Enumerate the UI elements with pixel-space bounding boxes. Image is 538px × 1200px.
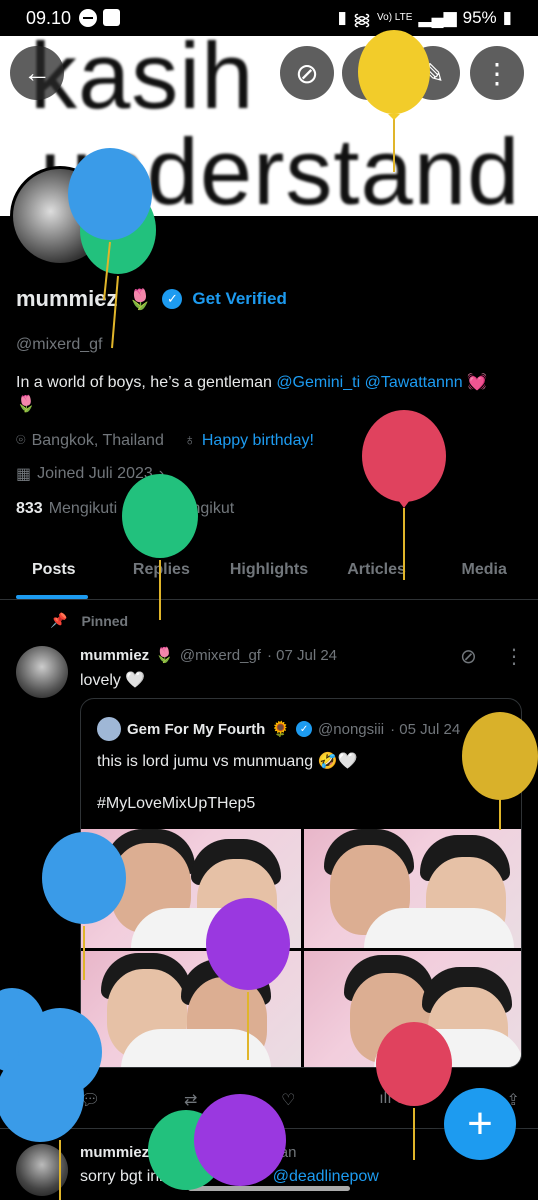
views-count: 841 [396, 1090, 423, 1107]
media-image[interactable] [81, 950, 301, 1067]
quoted-post[interactable]: Gem For My Fourth 🌻 ✓ @nongsiii · 05 Jul… [80, 698, 522, 1068]
tab-replies[interactable]: Replies [108, 544, 216, 599]
calendar-icon: ▦ [16, 466, 32, 483]
get-verified-link[interactable]: Get Verified [192, 289, 286, 309]
media-image[interactable] [303, 950, 521, 1067]
tab-articles[interactable]: Articles [323, 544, 431, 599]
post-author-handle[interactable]: @mixerd_gf [180, 647, 261, 664]
post-author-name[interactable]: mummiez [80, 647, 149, 664]
following-label[interactable]: Mengikuti [49, 500, 117, 518]
following-count[interactable]: 833 [16, 500, 43, 518]
like-icon[interactable]: ♡ [281, 1090, 295, 1110]
views-stat[interactable]: ılı 841 [379, 1090, 423, 1110]
profile-handle: @mixerd_gf [16, 336, 103, 353]
reply-icon[interactable]: 💬︎ [80, 1090, 100, 1110]
post-date[interactable]: · 07 Jul 24 [267, 647, 337, 664]
back-button[interactable]: ← [10, 46, 64, 100]
quote-hashtag: #MyLoveMixUpTHep5 [97, 795, 256, 812]
status-right: ▮ ᯼ Vo) LTE ▂▄▆ 95% ▮ [337, 7, 512, 30]
verified-badge-icon: ✓ [162, 289, 183, 309]
signal-icon: ▂▄▆ [418, 8, 457, 27]
network-label: Vo) LTE [377, 12, 413, 23]
post-date[interactable]: · 04 Jan [242, 1144, 296, 1161]
tulip-emoji: 🌷 [16, 396, 36, 413]
post-author-name[interactable]: mummiez [80, 1144, 149, 1161]
post-avatar[interactable] [16, 646, 68, 698]
profile-avatar[interactable] [10, 166, 110, 266]
repost-icon[interactable]: ⇄ [184, 1090, 197, 1110]
tab-media[interactable]: Media [430, 544, 538, 599]
profile-meta-location-row: ⌾ Bangkok, Thailand ♁ Happy birthday! [16, 432, 314, 450]
search-button[interactable]: ⌕ [342, 46, 396, 100]
media-image[interactable] [81, 829, 301, 948]
follow-stats: 833 Mengikuti 670 Pengikut [16, 500, 234, 518]
pinned-indicator: 📌 Pinned [50, 612, 128, 629]
followers-count[interactable]: 670 [139, 500, 166, 518]
tulip-emoji: 🌷 [155, 647, 174, 664]
dnd-icon [79, 9, 98, 27]
location-pin-icon: ⌾ [16, 432, 26, 449]
battery-percent: 95% [462, 8, 497, 27]
birthday-link[interactable]: Happy birthday! [202, 432, 314, 450]
quote-header: Gem For My Fourth 🌻 ✓ @nongsiii · 05 Jul… [97, 717, 460, 741]
post-header: mummiez @mixerd_gf · 04 Jan [80, 1144, 296, 1161]
banner-text-line2: understand [40, 119, 521, 216]
location-text: Bangkok, Thailand [31, 432, 164, 449]
post2-body: sorry bgt ini mah [80, 1168, 199, 1185]
profile-tabs: Posts Replies Highlights Articles Media [0, 544, 538, 600]
verified-badge-icon: ✓ [296, 721, 313, 737]
quote-text: this is lord jumu vs munmuang 🤣🤍 [97, 753, 358, 770]
notification-icons [79, 9, 121, 27]
download-icon [103, 9, 121, 26]
sunflower-emoji: 🌻 [271, 721, 291, 738]
more-options-button[interactable]: ⋮ [470, 46, 524, 100]
home-indicator[interactable] [188, 1186, 350, 1191]
bio-mention-tawattannn[interactable]: @Tawattannn [365, 374, 463, 391]
bio-mention-gemini[interactable]: @Gemini_ti [276, 374, 360, 391]
quote-date: · 05 Jul 24 [390, 720, 461, 738]
post-avatar[interactable] [16, 1144, 68, 1196]
pinned-label: Pinned [81, 612, 129, 629]
quote-avatar [97, 717, 121, 741]
sync-off-button[interactable]: ⊘ [280, 46, 334, 100]
views-icon: ılı [379, 1090, 392, 1107]
profile-bio: In a world of boys, he’s a gentleman @Ge… [16, 372, 526, 416]
edit-button[interactable]: ✎ [406, 46, 460, 100]
quote-media-grid [81, 829, 521, 1067]
status-bar: 09.10 ▮ ᯼ Vo) LTE ▂▄▆ 95% ▮ [0, 0, 538, 36]
bio-text: In a world of boys, he’s a gentleman [16, 374, 272, 391]
quote-author-handle: @nongsiii [318, 720, 385, 738]
post-author-handle[interactable]: @mixerd_gf [155, 1144, 236, 1161]
followers-label[interactable]: Pengikut [172, 500, 234, 518]
profile-name-row: mummiez 🌷 ✓ Get Verified [16, 286, 287, 312]
post2-mention[interactable]: @deadlinepow [273, 1168, 379, 1185]
pin-icon: 📌 [50, 612, 68, 628]
chevron-right-icon: › [158, 465, 165, 482]
tab-posts[interactable]: Posts [0, 544, 108, 599]
compose-button[interactable]: + [444, 1088, 516, 1160]
battery-saver-icon: ▮ [337, 8, 347, 27]
profile-meta-joined-row[interactable]: ▦ Joined Juli 2023 › [16, 464, 164, 484]
tulip-emoji: 🌷 [127, 288, 153, 311]
avatar [13, 169, 107, 263]
media-image[interactable] [303, 829, 521, 948]
post-text: lovely 🤍 [80, 672, 146, 689]
joined-text: Joined Juli 2023 [37, 465, 153, 482]
heart-emoji: 💓 [467, 374, 488, 391]
balloon-icon: ♁ [183, 432, 196, 449]
post-more-icon[interactable]: ⋮ [504, 644, 524, 669]
clock: 09.10 [26, 7, 72, 28]
grok-icon[interactable]: ⊘ [460, 644, 477, 669]
wifi-icon: ᯼ [352, 9, 372, 29]
quote-author-name: Gem For My Fourth [127, 720, 266, 738]
tab-highlights[interactable]: Highlights [215, 544, 323, 599]
post-header: mummiez 🌷 @mixerd_gf · 07 Jul 24 [80, 646, 337, 665]
battery-icon: ▮ [502, 8, 512, 27]
banner-text-line1: kasih [30, 36, 255, 128]
post-text: sorry bgt ini mah @deadlinepow [80, 1168, 379, 1186]
display-name: mummiez [16, 286, 118, 311]
